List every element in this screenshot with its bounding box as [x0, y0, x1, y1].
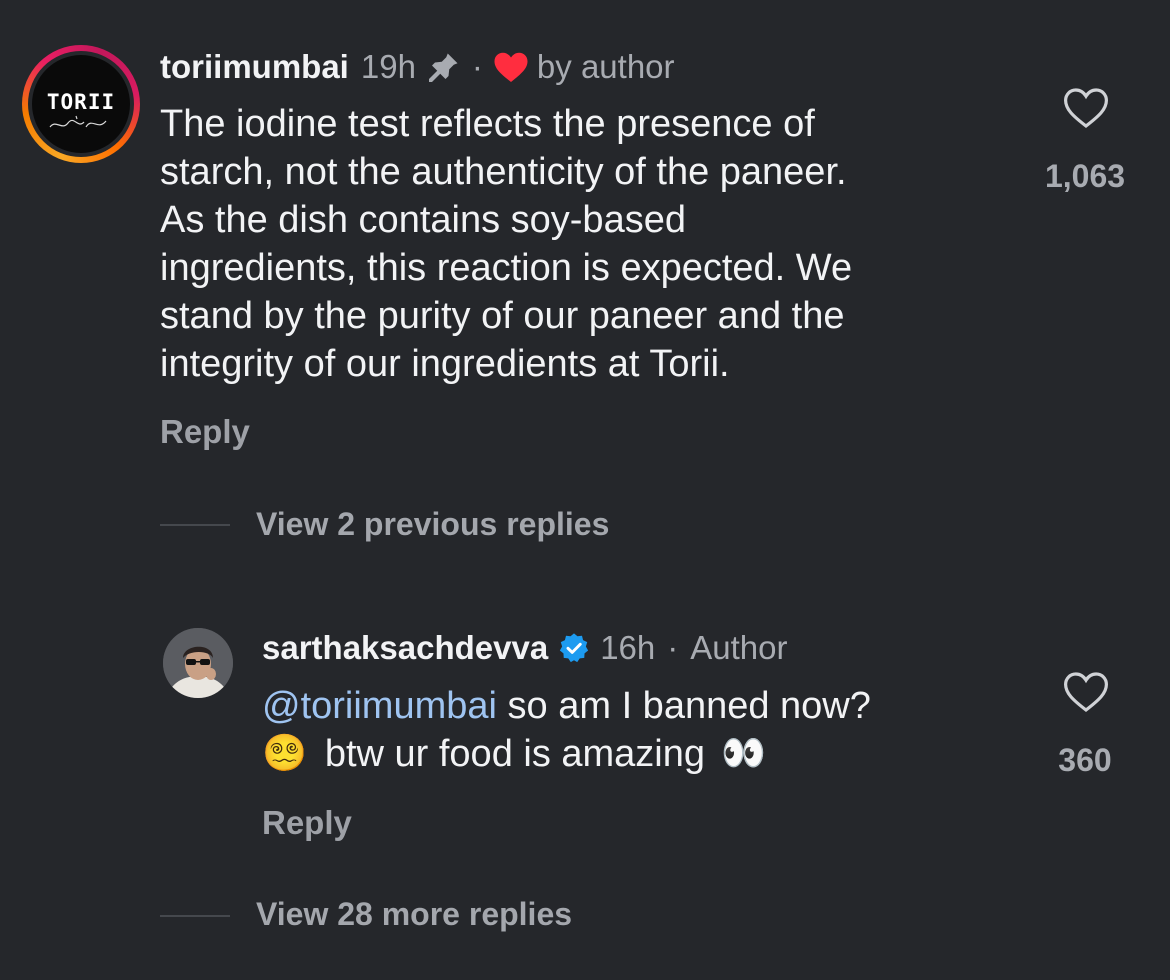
comment-line: starch, not the authenticity of the pane…	[160, 151, 847, 193]
liked-by-author-label: by author	[536, 48, 675, 85]
mention-link[interactable]: @toriimumbai	[262, 685, 497, 727]
separator-dot: ·	[667, 629, 679, 666]
signature-icon	[49, 115, 107, 128]
verified-badge-icon	[560, 633, 589, 663]
comment-body-1: The iodine test reflects the presence of…	[160, 100, 1000, 388]
reply-button[interactable]: Reply	[262, 804, 352, 842]
username[interactable]: toriimumbai	[160, 48, 349, 86]
timestamp: 16h	[600, 629, 656, 666]
like-count: 1,063	[1044, 158, 1126, 194]
dizzy-face-emoji: 😵‍💫	[262, 733, 307, 774]
comment-header-1: toriimumbai 19h · by author	[160, 45, 675, 89]
avatar-toriimumbai[interactable]: TORII	[22, 45, 140, 163]
like-heart-icon[interactable]	[1062, 86, 1110, 130]
divider	[160, 524, 230, 526]
avatar-sarthaksachdevva[interactable]	[163, 628, 233, 698]
comment-line: ingredients, this reaction is expected. …	[160, 247, 853, 289]
separator-dot: ·	[471, 48, 483, 85]
timestamp: 19h	[360, 48, 416, 85]
comment-line: 😵‍💫 btw ur food is amazing 👀	[262, 730, 1022, 778]
comment-header-2: sarthaksachdevva 16h · Author	[262, 626, 788, 670]
reply-button[interactable]: Reply	[160, 413, 250, 451]
comment-body-2: @toriimumbai so am I banned now? 😵‍💫 btw…	[262, 682, 1022, 778]
comment-line: @toriimumbai so am I banned now?	[262, 682, 1022, 730]
view-previous-replies-button[interactable]: View 2 previous replies	[256, 506, 609, 543]
profile-photo	[163, 628, 233, 698]
heart-filled-icon	[494, 52, 528, 82]
like-heart-icon[interactable]	[1062, 670, 1110, 714]
divider	[160, 915, 230, 917]
eyes-emoji: 👀	[721, 733, 766, 774]
comment-line: The iodine test reflects the presence of	[160, 103, 815, 145]
comment-text: so am I banned now?	[496, 685, 871, 727]
username[interactable]: sarthaksachdevva	[262, 629, 548, 667]
author-label: Author	[690, 629, 788, 666]
comment-line: stand by the purity of our paneer and th…	[160, 295, 845, 337]
comment-text: btw ur food is amazing	[324, 733, 706, 775]
view-more-replies-button[interactable]: View 28 more replies	[256, 896, 572, 933]
comment-line: integrity of our ingredients at Torii.	[160, 343, 730, 385]
comment-line: As the dish contains soy-based	[160, 199, 686, 241]
pin-icon	[428, 53, 458, 82]
like-count: 360	[1058, 742, 1112, 778]
torii-logo-text: TORII	[46, 90, 116, 114]
